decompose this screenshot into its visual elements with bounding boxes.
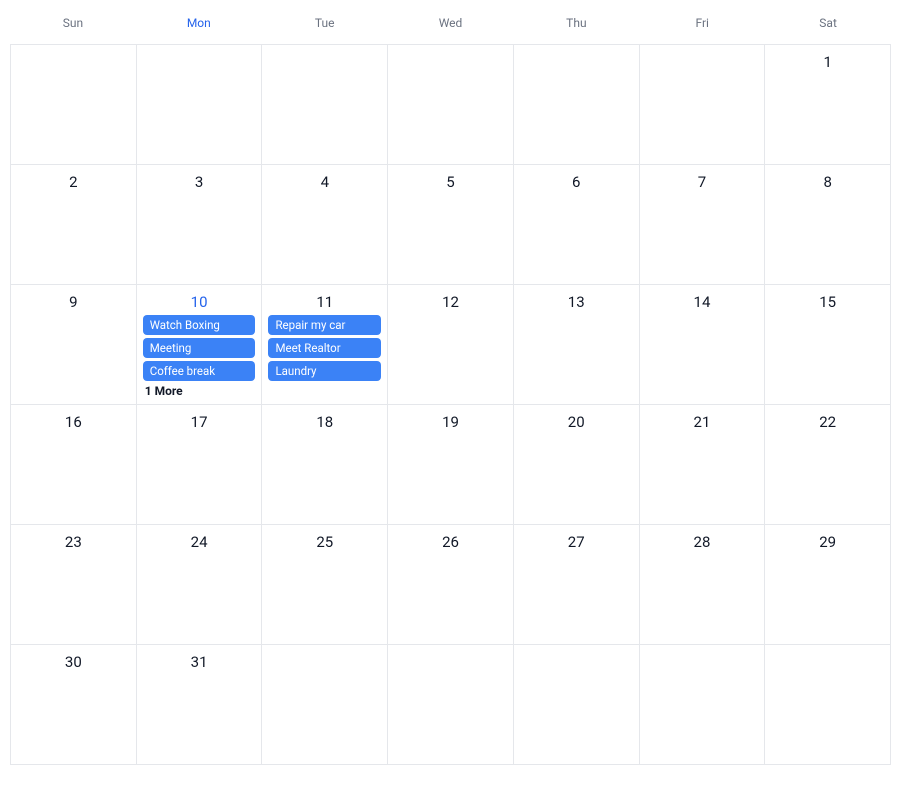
day-cell[interactable] bbox=[640, 645, 766, 765]
weekday-sat: Sat bbox=[765, 10, 891, 44]
day-cell[interactable] bbox=[765, 645, 891, 765]
day-number: 27 bbox=[520, 533, 633, 551]
day-cell[interactable]: 15 bbox=[765, 285, 891, 405]
day-cell[interactable] bbox=[640, 45, 766, 165]
event-pill[interactable]: Coffee break bbox=[143, 361, 256, 381]
day-number: 1 bbox=[771, 53, 884, 71]
day-number: 8 bbox=[771, 173, 884, 191]
weekday-mon: Mon bbox=[136, 10, 262, 44]
weekday-tue: Tue bbox=[262, 10, 388, 44]
calendar: Sun Mon Tue Wed Thu Fri Sat 1 2 3 4 5 6 … bbox=[10, 10, 891, 765]
day-number: 14 bbox=[646, 293, 759, 311]
day-number: 25 bbox=[268, 533, 381, 551]
day-cell[interactable]: 16 bbox=[11, 405, 137, 525]
day-number: 31 bbox=[143, 653, 256, 671]
day-cell[interactable]: 30 bbox=[11, 645, 137, 765]
day-number: 15 bbox=[771, 293, 884, 311]
day-number: 19 bbox=[394, 413, 507, 431]
day-number: 4 bbox=[268, 173, 381, 191]
day-cell[interactable]: 8 bbox=[765, 165, 891, 285]
day-cell-today[interactable]: 10 Watch Boxing Meeting Coffee break 1 M… bbox=[137, 285, 263, 405]
day-number: 29 bbox=[771, 533, 884, 551]
day-number: 21 bbox=[646, 413, 759, 431]
calendar-week: 2 3 4 5 6 7 8 bbox=[11, 165, 891, 285]
more-events-link[interactable]: 1 More bbox=[143, 384, 256, 398]
day-cell[interactable]: 19 bbox=[388, 405, 514, 525]
day-number: 12 bbox=[394, 293, 507, 311]
day-cell[interactable] bbox=[262, 645, 388, 765]
day-cell[interactable]: 7 bbox=[640, 165, 766, 285]
day-cell[interactable] bbox=[514, 645, 640, 765]
calendar-week: 9 10 Watch Boxing Meeting Coffee break 1… bbox=[11, 285, 891, 405]
event-pill[interactable]: Laundry bbox=[268, 361, 381, 381]
day-cell[interactable]: 12 bbox=[388, 285, 514, 405]
day-number: 20 bbox=[520, 413, 633, 431]
weekday-wed: Wed bbox=[388, 10, 514, 44]
day-cell[interactable]: 2 bbox=[11, 165, 137, 285]
day-cell[interactable]: 23 bbox=[11, 525, 137, 645]
day-number: 17 bbox=[143, 413, 256, 431]
day-cell[interactable]: 14 bbox=[640, 285, 766, 405]
day-cell[interactable]: 27 bbox=[514, 525, 640, 645]
event-pill[interactable]: Repair my car bbox=[268, 315, 381, 335]
day-cell[interactable]: 31 bbox=[137, 645, 263, 765]
day-cell[interactable]: 26 bbox=[388, 525, 514, 645]
weekday-thu: Thu bbox=[513, 10, 639, 44]
day-cell[interactable] bbox=[262, 45, 388, 165]
day-number: 3 bbox=[143, 173, 256, 191]
weekday-fri: Fri bbox=[639, 10, 765, 44]
day-cell[interactable] bbox=[137, 45, 263, 165]
day-cell[interactable]: 28 bbox=[640, 525, 766, 645]
calendar-week: 1 bbox=[11, 45, 891, 165]
day-number: 28 bbox=[646, 533, 759, 551]
day-cell[interactable]: 13 bbox=[514, 285, 640, 405]
calendar-week: 16 17 18 19 20 21 22 bbox=[11, 405, 891, 525]
day-cell[interactable] bbox=[388, 645, 514, 765]
day-cell[interactable]: 18 bbox=[262, 405, 388, 525]
day-number: 5 bbox=[394, 173, 507, 191]
day-cell[interactable]: 1 bbox=[765, 45, 891, 165]
day-number: 11 bbox=[268, 293, 381, 311]
day-number: 26 bbox=[394, 533, 507, 551]
day-cell[interactable]: 11 Repair my car Meet Realtor Laundry bbox=[262, 285, 388, 405]
day-cell[interactable]: 24 bbox=[137, 525, 263, 645]
day-number: 24 bbox=[143, 533, 256, 551]
day-cell[interactable]: 21 bbox=[640, 405, 766, 525]
day-cell[interactable]: 3 bbox=[137, 165, 263, 285]
event-pill[interactable]: Watch Boxing bbox=[143, 315, 256, 335]
day-cell[interactable]: 25 bbox=[262, 525, 388, 645]
day-number: 10 bbox=[143, 293, 256, 311]
day-cell[interactable]: 9 bbox=[11, 285, 137, 405]
day-number: 9 bbox=[17, 293, 130, 311]
day-cell[interactable]: 29 bbox=[765, 525, 891, 645]
calendar-grid: 1 2 3 4 5 6 7 8 9 10 Watch Boxing Meetin… bbox=[10, 44, 891, 765]
day-cell[interactable]: 22 bbox=[765, 405, 891, 525]
day-number: 6 bbox=[520, 173, 633, 191]
day-number: 13 bbox=[520, 293, 633, 311]
calendar-week: 23 24 25 26 27 28 29 bbox=[11, 525, 891, 645]
day-number: 23 bbox=[17, 533, 130, 551]
day-cell[interactable]: 17 bbox=[137, 405, 263, 525]
calendar-week: 30 31 bbox=[11, 645, 891, 765]
event-pill[interactable]: Meeting bbox=[143, 338, 256, 358]
day-number: 18 bbox=[268, 413, 381, 431]
day-number: 30 bbox=[17, 653, 130, 671]
day-number: 2 bbox=[17, 173, 130, 191]
day-number: 16 bbox=[17, 413, 130, 431]
day-cell[interactable]: 5 bbox=[388, 165, 514, 285]
day-number: 22 bbox=[771, 413, 884, 431]
weekday-header-row: Sun Mon Tue Wed Thu Fri Sat bbox=[10, 10, 891, 44]
day-cell[interactable]: 4 bbox=[262, 165, 388, 285]
day-cell[interactable] bbox=[388, 45, 514, 165]
day-cell[interactable]: 20 bbox=[514, 405, 640, 525]
day-cell[interactable] bbox=[11, 45, 137, 165]
weekday-sun: Sun bbox=[10, 10, 136, 44]
event-pill[interactable]: Meet Realtor bbox=[268, 338, 381, 358]
day-cell[interactable]: 6 bbox=[514, 165, 640, 285]
day-cell[interactable] bbox=[514, 45, 640, 165]
day-number: 7 bbox=[646, 173, 759, 191]
